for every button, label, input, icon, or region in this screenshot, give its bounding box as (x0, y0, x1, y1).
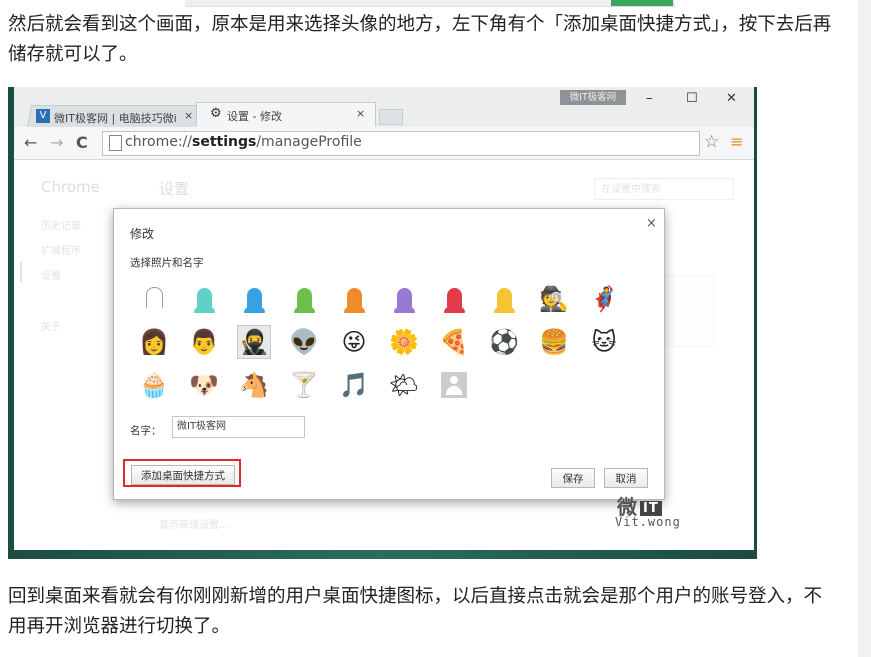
add-desktop-shortcut-button[interactable]: 添加桌面快捷方式 (131, 465, 235, 485)
top-toolbar-remnant (185, 0, 675, 7)
avatar-generic-aqua-icon[interactable] (187, 282, 221, 316)
avatar-generic-green-shape (293, 288, 315, 313)
page-document-icon (109, 135, 122, 151)
name-input[interactable]: 微IT极客网 (172, 416, 305, 438)
dialog-close-icon[interactable]: × (646, 216, 657, 231)
article-screenshot: V 微IT极客网 | 电脑技巧微i × ⚙ 设置 - 修改 × 微IT极客网 –… (8, 87, 757, 559)
address-bar[interactable]: chrome://settings/manageProfile (102, 131, 700, 156)
cancel-button[interactable]: 取消 (604, 468, 648, 488)
tab-weiit-label: 微IT极客网 | 电脑技巧微i (54, 112, 177, 125)
maximize-icon[interactable]: ☐ (686, 91, 698, 106)
avatar-placeholder-icon[interactable] (437, 368, 471, 402)
article-paragraph-2: 回到桌面来看就会有你刚刚新增的用户桌面快捷图标，以后直接点击就会是那个用户的账号… (8, 586, 823, 637)
bookmark-star-icon[interactable]: ☆ (704, 132, 719, 152)
avatar-burger-icon[interactable]: 🍔 (537, 325, 571, 359)
browser-toolbar: ← → C chrome://settings/manageProfile ☆ … (14, 127, 754, 160)
avatar-generic-yellow-shape (493, 288, 515, 313)
chrome-menu-icon[interactable]: ≡ (730, 132, 743, 151)
save-button[interactable]: 保存 (551, 468, 595, 488)
tab-weiit-close-icon[interactable]: × (184, 109, 193, 122)
green-button-remnant (611, 0, 673, 6)
avatar-awesome-face-icon[interactable]: 😜 (337, 325, 371, 359)
avatar-pizza-icon[interactable]: 🍕 (437, 325, 471, 359)
avatar-businessman-icon[interactable]: 👨 (187, 325, 221, 359)
minimize-icon[interactable]: – (646, 91, 653, 106)
close-window-icon[interactable]: ✕ (726, 91, 737, 106)
edit-profile-dialog: 修改 × 选择照片和名字 🕵 🦸 👩 👨 🥷 👽 😜 🌼 🍕 ⚽ 🍔 🐱 🧁 🐶 🐴 🍸 🎵 🌤 名字： 微IT极… (113, 208, 665, 500)
address-url: chrome://settings/manageProfile (125, 134, 362, 150)
avatar-horse-icon[interactable]: 🐴 (237, 368, 271, 402)
avatar-flower-icon[interactable]: 🌼 (387, 325, 421, 359)
avatar-alien-icon[interactable]: 👽 (287, 325, 321, 359)
tab-settings[interactable] (196, 102, 376, 128)
avatar-music-note-icon[interactable]: 🎵 (337, 368, 371, 402)
avatar-generic-red-icon[interactable] (437, 282, 471, 316)
tab-settings-label: 设置 - 修改 (227, 110, 282, 123)
site-favicon-icon: V (36, 109, 50, 123)
avatar-generic-red-shape (443, 288, 465, 313)
avatar-generic-green-icon[interactable] (287, 282, 321, 316)
avatar-cupcake-icon[interactable]: 🧁 (137, 368, 171, 402)
person-placeholder-shape (441, 372, 467, 398)
browser-titlebar: V 微IT极客网 | 电脑技巧微i × ⚙ 设置 - 修改 × 微IT极客网 –… (14, 87, 754, 128)
avatar-generic-yellow-icon[interactable] (487, 282, 521, 316)
avatar-generic-white-icon[interactable] (137, 282, 171, 316)
avatar-soccer-icon[interactable]: ⚽ (487, 325, 521, 359)
avatar-generic-orange-shape (343, 288, 365, 313)
new-tab-button[interactable] (379, 109, 403, 125)
gear-icon: ⚙ (210, 106, 222, 121)
avatar-generic-white-shape (143, 287, 165, 313)
page-scroll-gutter (858, 0, 871, 657)
avatar-ninja-icon[interactable]: 🥷 (237, 325, 271, 359)
dialog-title: 修改 (130, 227, 155, 241)
article-paragraph-1: 然后就会看到这个画面，原本是用来选择头像的地方，左下角有个「添加桌面快捷方式」，… (8, 14, 832, 65)
avatar-generic-orange-icon[interactable] (337, 282, 371, 316)
avatar-generic-blue-shape (243, 288, 265, 313)
watermark-subtitle: Vit.wong (615, 515, 681, 529)
avatar-generic-aqua-shape (193, 288, 215, 313)
avatar-volleyball-player-icon[interactable]: 👩 (137, 325, 171, 359)
dialog-subtitle: 选择照片和名字 (130, 257, 204, 269)
browser-window: V 微IT极客网 | 电脑技巧微i × ⚙ 设置 - 修改 × 微IT极客网 –… (14, 87, 754, 550)
avatar-generic-blue-icon[interactable] (237, 282, 271, 316)
back-arrow-icon[interactable]: ← (24, 133, 37, 152)
avatar-sun-cloud-icon[interactable]: 🌤 (387, 368, 421, 402)
avatar-secret-agent-icon[interactable]: 🕵 (537, 282, 571, 316)
avatar-superhero-icon[interactable]: 🦸 (587, 282, 621, 316)
avatar-generic-purple-shape (393, 288, 415, 313)
name-label: 名字： (130, 425, 162, 437)
reload-icon[interactable]: C (76, 133, 88, 152)
avatar-generic-purple-icon[interactable] (387, 282, 421, 316)
avatar-martini-icon[interactable]: 🍸 (287, 368, 321, 402)
avatar-cat-icon[interactable]: 🐱 (587, 325, 621, 359)
avatar-dog-icon[interactable]: 🐶 (187, 368, 221, 402)
tab-settings-close-icon[interactable]: × (356, 107, 365, 120)
watermark-badge: 微IT极客网 (560, 90, 626, 105)
forward-arrow-icon[interactable]: → (50, 133, 63, 152)
